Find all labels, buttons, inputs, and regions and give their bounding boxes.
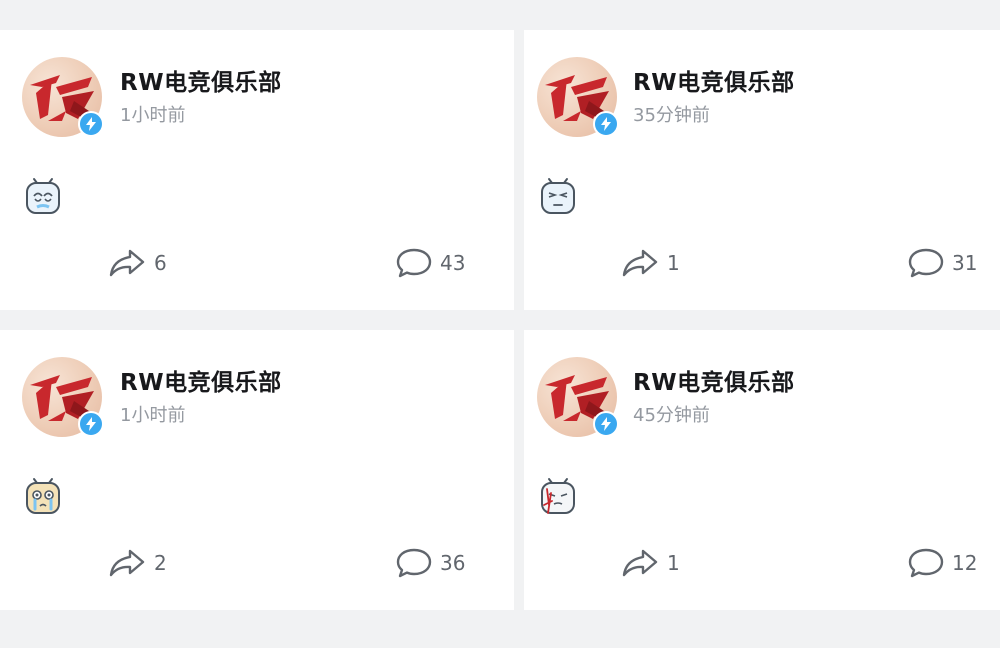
comment-count: 43 bbox=[440, 251, 466, 275]
speechless-emoji-icon bbox=[541, 178, 575, 214]
comment-icon bbox=[396, 248, 432, 278]
dynamic-feed-grid: RW电竞俱乐部 1小时前 6 43 RW电竞俱乐部 35分钟前 1 31 RW电… bbox=[0, 0, 1000, 648]
verified-lightning-icon bbox=[593, 411, 619, 437]
post-card[interactable]: RW电竞俱乐部 1小时前 2 36 bbox=[0, 330, 514, 610]
post-time: 35分钟前 bbox=[633, 105, 710, 126]
post-card[interactable]: RW电竞俱乐部 35分钟前 1 31 bbox=[524, 30, 1000, 310]
author-name[interactable]: RW电竞俱乐部 bbox=[120, 63, 282, 97]
post-time: 1小时前 bbox=[120, 405, 186, 426]
avatar[interactable] bbox=[537, 57, 619, 137]
avatar[interactable] bbox=[22, 357, 104, 437]
sweat-cry-emoji-icon bbox=[26, 178, 60, 214]
comment-button[interactable]: 12 bbox=[908, 548, 977, 578]
author-name[interactable]: RW电竞俱乐部 bbox=[633, 363, 795, 397]
comment-icon bbox=[908, 248, 944, 278]
verified-lightning-icon bbox=[593, 111, 619, 137]
post-time: 45分钟前 bbox=[633, 405, 710, 426]
comment-icon bbox=[396, 548, 432, 578]
post-card[interactable]: RW电竞俱乐部 45分钟前 1 12 bbox=[524, 330, 1000, 610]
share-icon bbox=[622, 249, 658, 277]
author-name[interactable]: RW电竞俱乐部 bbox=[633, 63, 795, 97]
crying-emoji-icon bbox=[26, 478, 60, 514]
author-name[interactable]: RW电竞俱乐部 bbox=[120, 363, 282, 397]
share-count: 1 bbox=[667, 551, 680, 575]
verified-lightning-icon bbox=[78, 411, 104, 437]
comment-button[interactable]: 43 bbox=[396, 248, 465, 278]
post-card[interactable]: RW电竞俱乐部 1小时前 6 43 bbox=[0, 30, 514, 310]
share-count: 2 bbox=[154, 551, 167, 575]
verified-lightning-icon bbox=[78, 111, 104, 137]
comment-count: 36 bbox=[440, 551, 466, 575]
comment-button[interactable]: 31 bbox=[908, 248, 977, 278]
comment-button[interactable]: 36 bbox=[396, 548, 465, 578]
avatar[interactable] bbox=[537, 357, 619, 437]
share-button[interactable]: 6 bbox=[108, 248, 167, 278]
share-button[interactable]: 1 bbox=[621, 548, 680, 578]
share-icon bbox=[109, 549, 145, 577]
share-icon bbox=[109, 249, 145, 277]
post-time: 1小时前 bbox=[120, 105, 186, 126]
comment-count: 12 bbox=[952, 551, 978, 575]
avatar[interactable] bbox=[22, 57, 104, 137]
share-count: 1 bbox=[667, 251, 680, 275]
share-button[interactable]: 2 bbox=[108, 548, 167, 578]
comment-icon bbox=[908, 548, 944, 578]
share-button[interactable]: 1 bbox=[621, 248, 680, 278]
share-icon bbox=[622, 549, 658, 577]
bleeding-emoji-icon bbox=[541, 478, 575, 514]
comment-count: 31 bbox=[952, 251, 978, 275]
share-count: 6 bbox=[154, 251, 167, 275]
